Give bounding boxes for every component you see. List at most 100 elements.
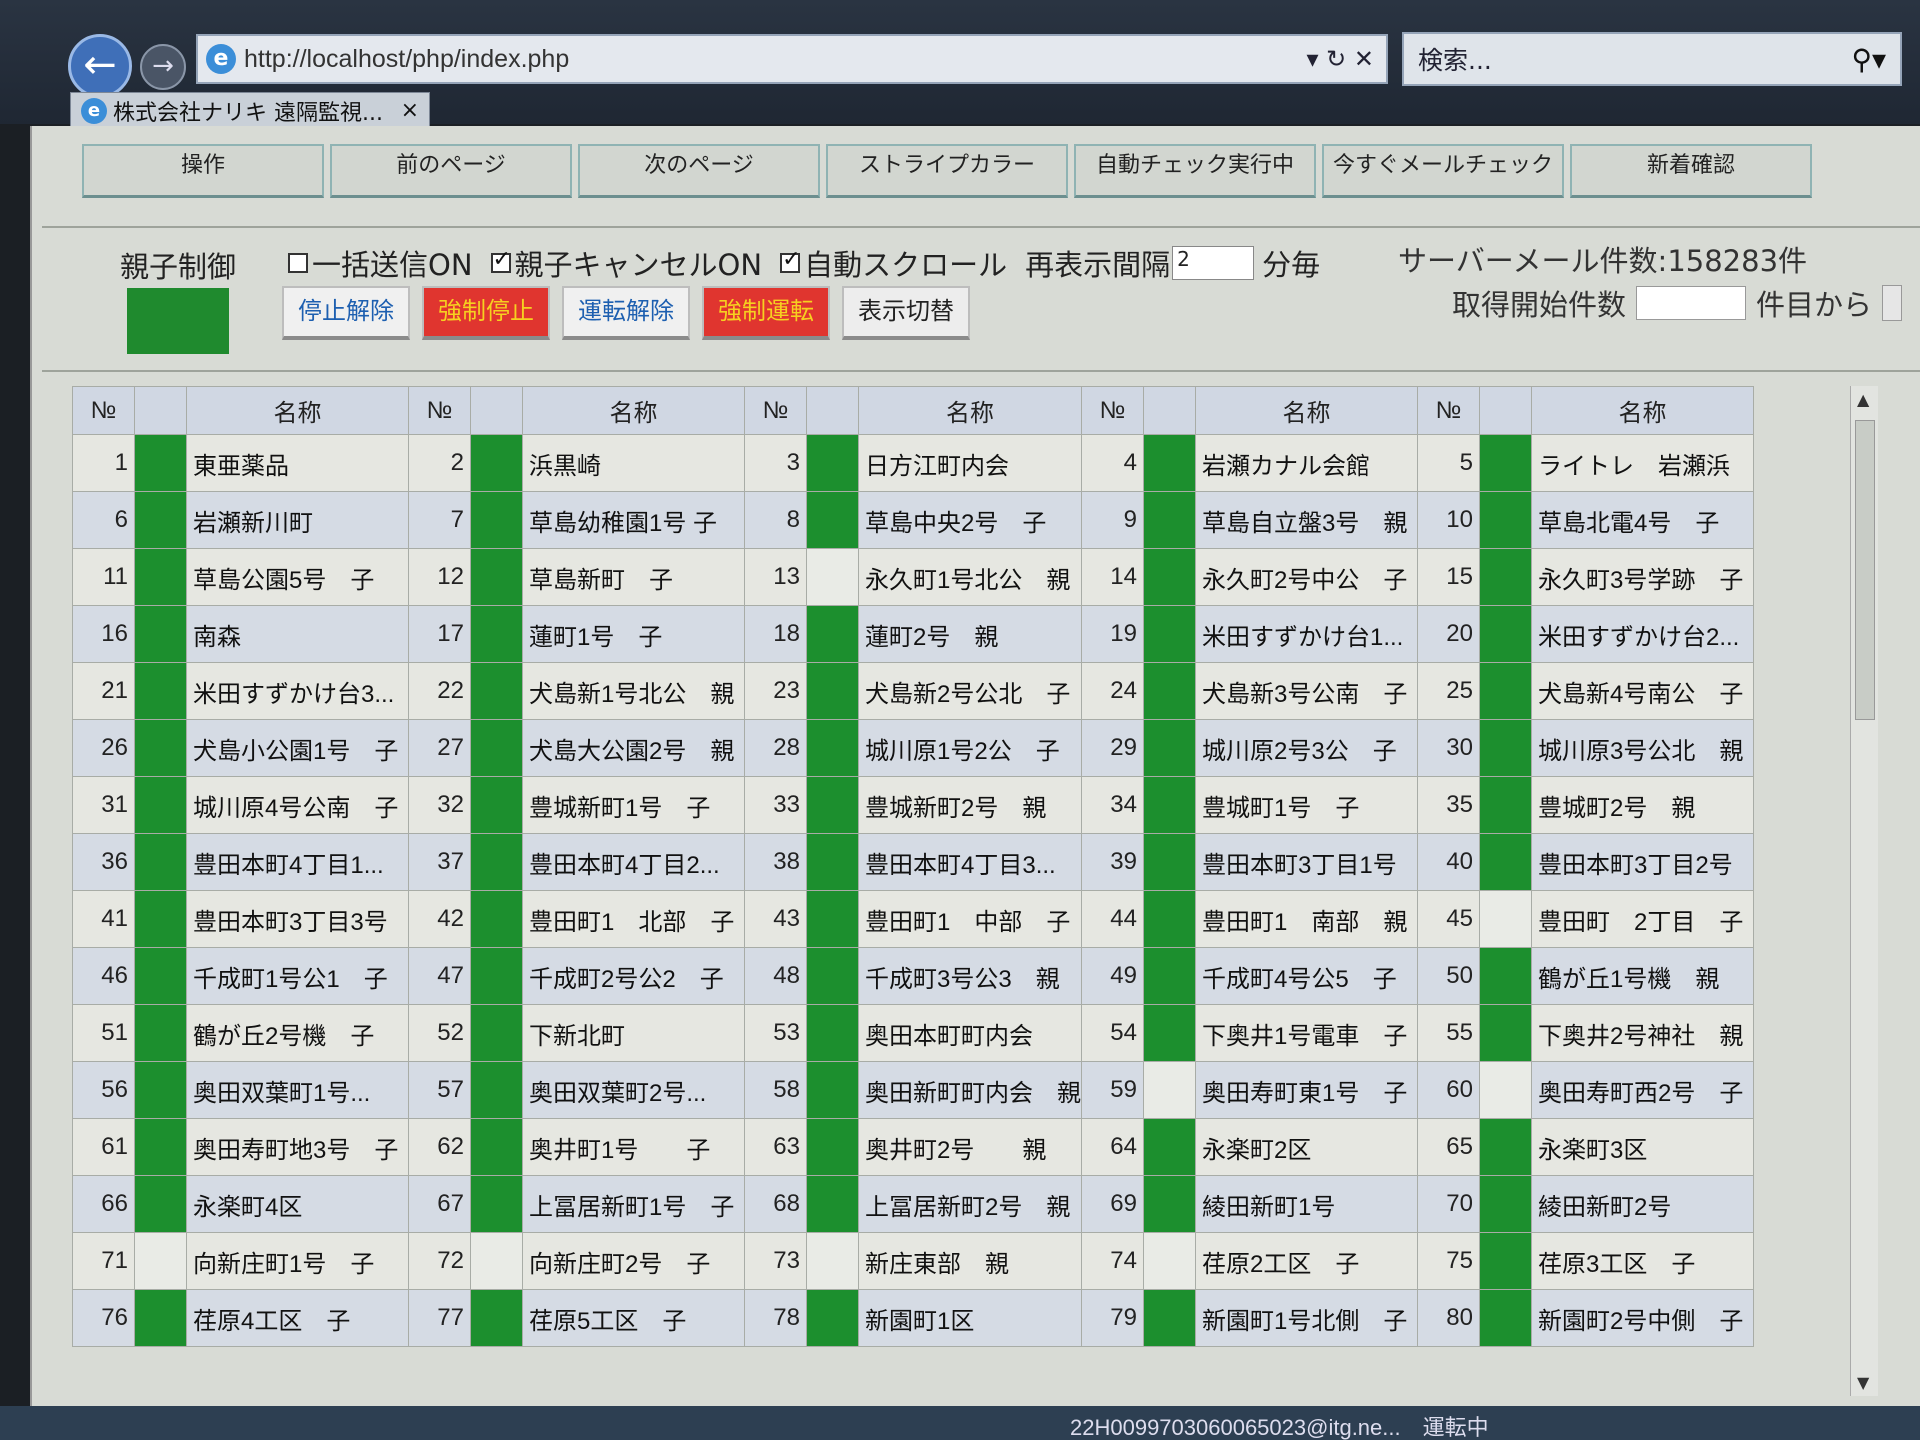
status-indicator[interactable] [134,833,187,891]
cell-name[interactable]: 荏原4工区 子 [186,1289,409,1347]
cell-name[interactable]: 奥田寿町東1号 子 [1195,1061,1418,1119]
parent-cancel-checkbox[interactable] [490,247,511,273]
cell-name[interactable]: 下奥井2号神社 親 [1531,1004,1754,1062]
status-indicator[interactable] [806,1175,859,1233]
status-indicator[interactable] [1143,491,1196,549]
status-indicator[interactable] [806,776,859,834]
status-indicator[interactable] [806,662,859,720]
status-indicator[interactable] [1143,1175,1196,1233]
status-indicator[interactable] [134,1118,187,1176]
cell-name[interactable]: 犬島新3号公南 子 [1195,662,1418,720]
cell-name[interactable]: 永久町3号学跡 子 [1531,548,1754,606]
cell-name[interactable]: 豊田町 2丁目 子 [1531,890,1754,948]
option-bulk-send[interactable]: 一括送信ON [288,242,473,284]
cell-name[interactable]: 奥井町1号 子 [522,1118,745,1176]
forward-arrow-icon[interactable]: → [140,44,186,90]
stop-release-button[interactable]: 停止解除 [282,286,410,340]
status-indicator[interactable] [1143,890,1196,948]
status-indicator[interactable] [806,833,859,891]
cell-name[interactable]: 奥田本町町内会 [858,1004,1082,1062]
tab-close-icon[interactable]: × [401,98,419,123]
run-release-button[interactable]: 運転解除 [562,286,690,340]
scroll-thumb[interactable] [1855,420,1875,720]
status-indicator[interactable] [1479,776,1532,834]
cell-name[interactable]: 豊田本町4丁目1... [186,833,409,891]
status-indicator[interactable] [470,1004,523,1062]
cell-name[interactable]: 豊田本町3丁目3号 [186,890,409,948]
cell-name[interactable]: 千成町1号公1 子 [186,947,409,1005]
cell-name[interactable]: 新園町1号北側 子 [1195,1289,1418,1347]
cell-name[interactable]: 草島新町 子 [522,548,745,606]
status-indicator[interactable] [1479,1004,1532,1062]
status-indicator[interactable] [470,1118,523,1176]
status-indicator[interactable] [470,605,523,663]
cell-name[interactable]: 豊田町1 南部 親 [1195,890,1418,948]
status-indicator[interactable] [1143,776,1196,834]
status-indicator[interactable] [1143,662,1196,720]
scroll-down-icon[interactable]: ▼ [1857,1373,1869,1392]
interval-input[interactable]: 2 [1172,246,1255,280]
cell-name[interactable]: 豊田本町4丁目3... [858,833,1082,891]
fetch-start-input[interactable] [1636,286,1747,320]
cell-name[interactable]: 永久町1号北公 親 [858,548,1082,606]
status-indicator[interactable] [1143,434,1196,492]
cell-name[interactable]: 上冨居新町1号 子 [522,1175,745,1233]
cell-name[interactable]: 豊田町1 北部 子 [522,890,745,948]
cell-name[interactable]: 鶴が丘2号機 子 [186,1004,409,1062]
cell-name[interactable]: 永久町2号中公 子 [1195,548,1418,606]
cell-name[interactable]: 岩瀬新川町 [186,491,409,549]
status-indicator[interactable] [134,1232,187,1290]
status-indicator[interactable] [1479,662,1532,720]
cell-name[interactable]: 城川原1号2公 子 [858,719,1082,777]
cell-name[interactable]: 永楽町2区 [1195,1118,1418,1176]
status-indicator[interactable] [806,548,859,606]
menu-next-page[interactable]: 次のページ [578,144,820,198]
toggle-display-button[interactable]: 表示切替 [842,286,970,340]
cell-name[interactable]: 豊城新町1号 子 [522,776,745,834]
status-indicator[interactable] [134,605,187,663]
cell-name[interactable]: 新園町2号中側 子 [1531,1289,1754,1347]
status-indicator[interactable] [470,491,523,549]
status-indicator[interactable] [134,434,187,492]
cell-name[interactable]: 蓮町1号 子 [522,605,745,663]
status-indicator[interactable] [470,776,523,834]
status-indicator[interactable] [1479,491,1532,549]
cell-name[interactable]: 犬島小公園1号 子 [186,719,409,777]
status-indicator[interactable] [1479,833,1532,891]
status-indicator[interactable] [1479,605,1532,663]
status-indicator[interactable] [470,1289,523,1347]
cell-name[interactable]: 城川原3号公北 親 [1531,719,1754,777]
status-indicator[interactable] [1479,1232,1532,1290]
status-indicator[interactable] [470,890,523,948]
cell-name[interactable]: 下奥井1号電車 子 [1195,1004,1418,1062]
status-indicator[interactable] [470,947,523,1005]
option-parent-cancel[interactable]: 親子キャンセルON [490,242,762,284]
cell-name[interactable]: 日方江町内会 [858,434,1082,492]
status-indicator[interactable] [806,1232,859,1290]
status-indicator[interactable] [806,719,859,777]
status-indicator[interactable] [470,833,523,891]
search-icon[interactable]: ⚲▾ [1851,43,1886,76]
status-indicator[interactable] [134,947,187,1005]
cell-name[interactable]: 蓮町2号 親 [858,605,1082,663]
cell-name[interactable]: 城川原4号公南 子 [186,776,409,834]
status-indicator[interactable] [1143,1061,1196,1119]
cell-name[interactable]: 向新庄町1号 子 [186,1232,409,1290]
status-indicator[interactable] [1479,947,1532,1005]
cell-name[interactable]: 奥田寿町地3号 子 [186,1118,409,1176]
cell-name[interactable]: 綾田新町2号 [1531,1175,1754,1233]
cell-name[interactable]: 犬島新1号北公 親 [522,662,745,720]
menu-operation[interactable]: 操作 [82,144,324,198]
cell-name[interactable]: 岩瀬カナル会館 [1195,434,1418,492]
status-indicator[interactable] [134,662,187,720]
status-indicator[interactable] [134,1061,187,1119]
cell-name[interactable]: 草島幼稚園1号 子 [522,491,745,549]
cell-name[interactable]: 米田すずかけ台1... [1195,605,1418,663]
cell-name[interactable]: 東亜薬品 [186,434,409,492]
status-indicator[interactable] [1143,605,1196,663]
cell-name[interactable]: 浜黒崎 [522,434,745,492]
cell-name[interactable]: 米田すずかけ台2... [1531,605,1754,663]
scrollbar[interactable]: ▲ ▼ [1850,386,1878,1396]
cell-name[interactable]: 犬島大公園2号 親 [522,719,745,777]
cell-name[interactable]: 新庄東部 親 [858,1232,1082,1290]
